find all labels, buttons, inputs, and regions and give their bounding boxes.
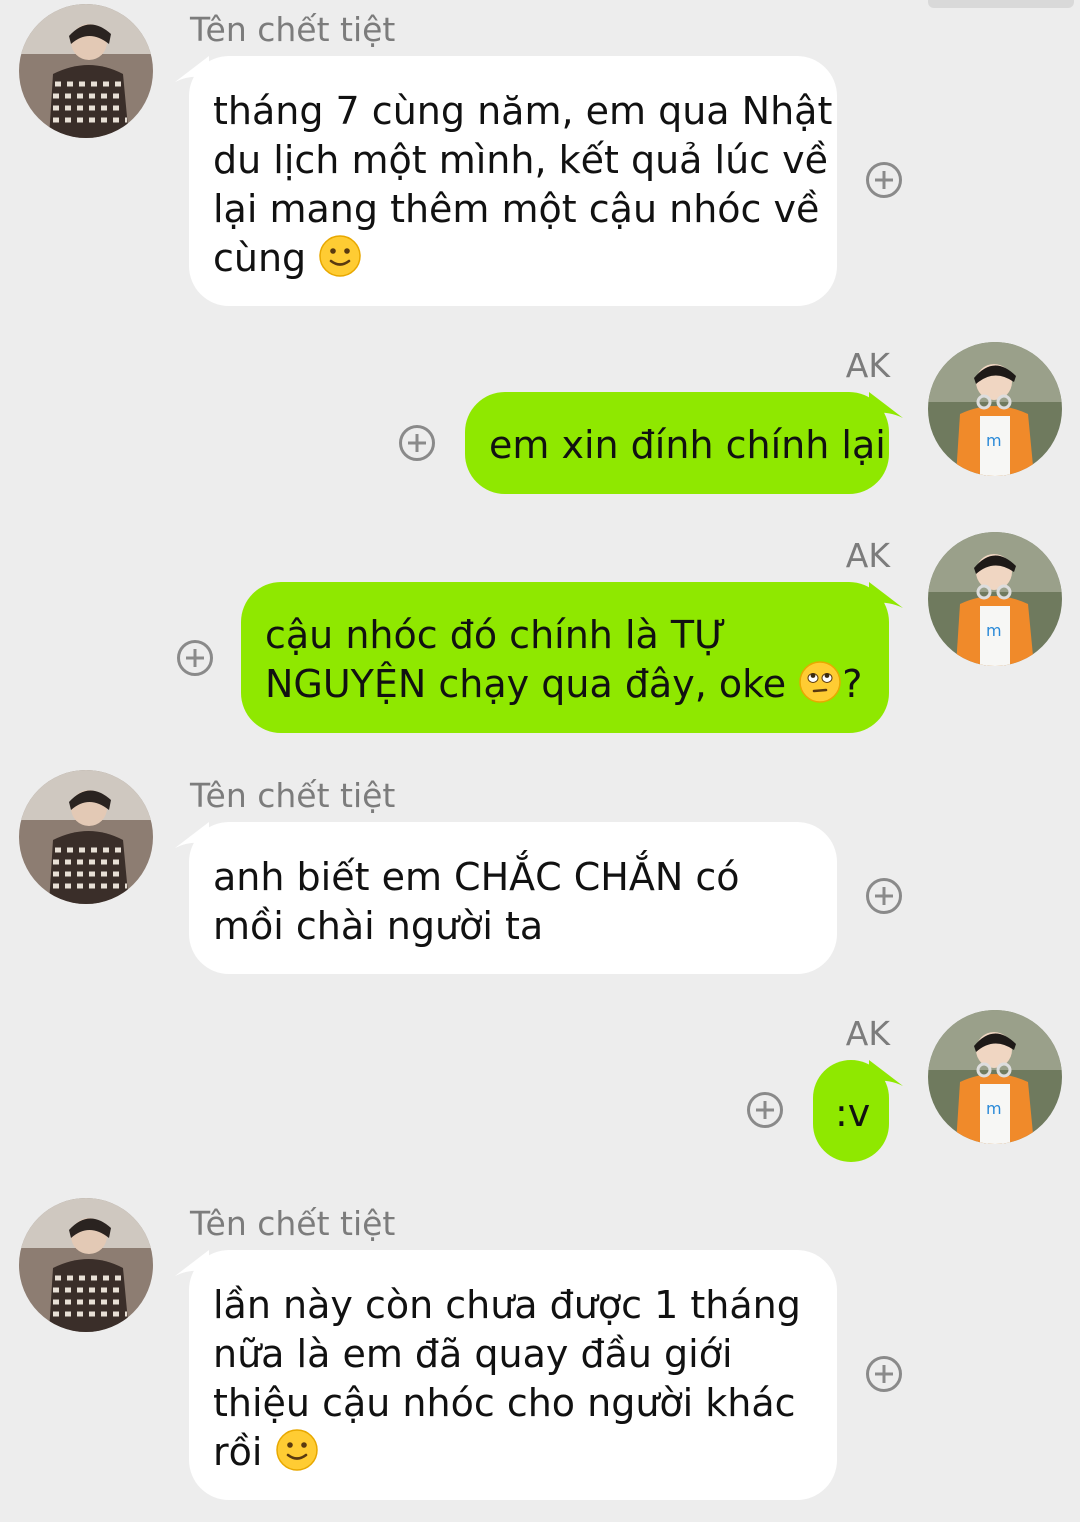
slightly-smiling-face-icon	[275, 1429, 318, 1471]
svg-text:m: m	[986, 621, 1002, 640]
add-reaction-icon[interactable]	[399, 425, 435, 461]
face-with-rolling-eyes-icon	[799, 661, 841, 703]
slightly-smiling-face-icon	[319, 235, 362, 277]
message-text-line: em xin đính chính lại	[489, 423, 886, 467]
scrollbar-handle[interactable]	[928, 0, 1074, 8]
message-bubble-incoming[interactable]: lần này còn chưa được 1 tháng nữa là em …	[175, 1250, 837, 1500]
bubble-tail	[175, 822, 209, 848]
add-reaction-icon[interactable]	[866, 162, 902, 198]
message-text-line: anh biết em CHẮC CHẮN có	[213, 855, 740, 899]
svg-text:m: m	[986, 1099, 1002, 1118]
message-text-line: du lịch một mình, kết quả lúc về	[213, 138, 829, 182]
bubble-tail	[175, 1250, 209, 1276]
message-text-line: lần này còn chưa được 1 tháng	[213, 1283, 801, 1327]
svg-text:m: m	[986, 431, 1002, 450]
add-reaction-icon[interactable]	[866, 1356, 902, 1392]
sender-name: AK	[845, 536, 890, 575]
message-text-line: cậu nhóc đó chính là TỰ	[265, 613, 727, 657]
message-text-line: tháng 7 cùng năm, em qua Nhật	[213, 89, 833, 133]
message-text-line: cùng	[213, 236, 319, 280]
message-text-line: lại mang thêm một cậu nhóc về	[213, 187, 820, 231]
bubble-tail	[175, 56, 209, 82]
message-text-line: nữa là em đã quay đầu giới	[213, 1332, 733, 1376]
message-text-line: thiệu cậu nhóc cho người khác	[213, 1381, 796, 1425]
avatar-ak[interactable]: m	[928, 1010, 1062, 1144]
bubble-tail	[869, 582, 903, 608]
avatar-ten-chet-tiet[interactable]	[19, 1198, 153, 1332]
message-text-line: :v	[835, 1091, 871, 1135]
message-text-line: rồi	[213, 1430, 275, 1474]
sender-name: AK	[845, 1014, 890, 1053]
sender-name: AK	[845, 346, 890, 385]
add-reaction-icon[interactable]	[747, 1092, 783, 1128]
add-reaction-icon[interactable]	[866, 878, 902, 914]
avatar-ten-chet-tiet[interactable]	[19, 4, 153, 138]
bubble-tail	[869, 1060, 903, 1086]
message-text-suffix: ?	[842, 662, 863, 706]
message-bubble-incoming[interactable]: anh biết em CHẮC CHẮN có mồi chài người …	[175, 822, 837, 974]
message-text-line: NGUYỆN chạy qua đây, oke	[265, 662, 799, 706]
bubble-tail	[869, 392, 903, 418]
avatar-ten-chet-tiet[interactable]	[19, 770, 153, 904]
avatar-ak[interactable]: m	[928, 342, 1062, 476]
add-reaction-icon[interactable]	[177, 640, 213, 676]
sender-name: Tên chết tiệt	[190, 1204, 396, 1243]
message-bubble-outgoing[interactable]: em xin đính chính lại	[465, 392, 903, 494]
message-bubble-incoming[interactable]: tháng 7 cùng năm, em qua Nhật du lịch mộ…	[175, 56, 837, 306]
sender-name: Tên chết tiệt	[190, 10, 396, 49]
message-bubble-outgoing[interactable]: :v	[813, 1060, 903, 1162]
avatar-ak[interactable]: m	[928, 532, 1062, 666]
message-bubble-outgoing[interactable]: cậu nhóc đó chính là TỰ NGUYỆN chạy qua …	[241, 582, 903, 733]
sender-name: Tên chết tiệt	[190, 776, 396, 815]
message-text-line: mồi chài người ta	[213, 904, 544, 948]
